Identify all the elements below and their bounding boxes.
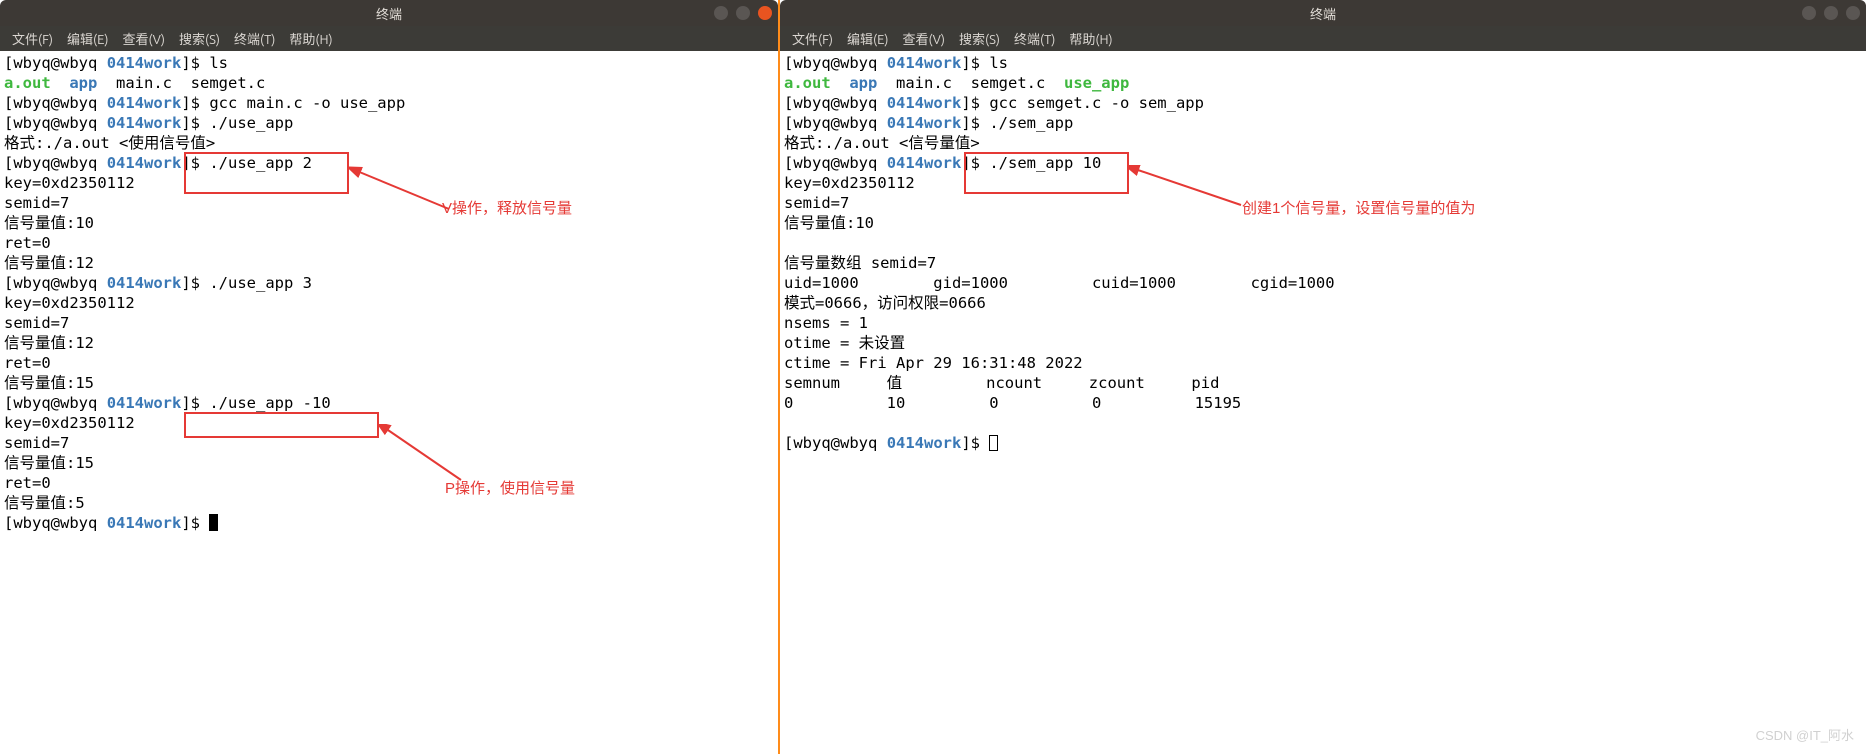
menu-edit[interactable]: 编辑(E)	[841, 27, 894, 50]
menu-file[interactable]: 文件(F)	[786, 27, 839, 50]
menu-view[interactable]: 查看(V)	[117, 27, 171, 50]
menu-search[interactable]: 搜索(S)	[173, 27, 226, 50]
menu-help[interactable]: 帮助(H)	[283, 27, 338, 50]
menu-terminal[interactable]: 终端(T)	[1008, 27, 1061, 50]
window-controls	[1802, 6, 1860, 20]
terminal-body[interactable]: [wbyq@wbyq 0414work]$ ls a.out app main.…	[0, 51, 778, 754]
menubar: 文件(F) 编辑(E) 查看(V) 搜索(S) 终端(T) 帮助(H)	[780, 26, 1866, 51]
menu-help[interactable]: 帮助(H)	[1063, 27, 1118, 50]
window-controls	[714, 6, 772, 20]
terminal-output: [wbyq@wbyq 0414work]$ ls a.out app main.…	[784, 53, 1862, 453]
titlebar[interactable]: 终端	[0, 0, 778, 26]
terminal-window-left: 终端 文件(F) 编辑(E) 查看(V) 搜索(S) 终端(T) 帮助(H) […	[0, 0, 778, 754]
minimize-icon[interactable]	[1802, 6, 1816, 20]
cursor-icon	[209, 514, 218, 531]
close-icon[interactable]	[1846, 6, 1860, 20]
menu-edit[interactable]: 编辑(E)	[61, 27, 114, 50]
menubar: 文件(F) 编辑(E) 查看(V) 搜索(S) 终端(T) 帮助(H)	[0, 26, 778, 51]
terminal-window-right: 终端 文件(F) 编辑(E) 查看(V) 搜索(S) 终端(T) 帮助(H) […	[780, 0, 1866, 754]
menu-terminal[interactable]: 终端(T)	[228, 27, 281, 50]
window-title: 终端	[376, 4, 402, 23]
terminal-output: [wbyq@wbyq 0414work]$ ls a.out app main.…	[4, 53, 774, 533]
terminal-body[interactable]: [wbyq@wbyq 0414work]$ ls a.out app main.…	[780, 51, 1866, 754]
titlebar[interactable]: 终端	[780, 0, 1866, 26]
menu-search[interactable]: 搜索(S)	[953, 27, 1006, 50]
watermark: CSDN @IT_阿水	[1756, 725, 1854, 744]
cursor-icon	[989, 435, 998, 451]
maximize-icon[interactable]	[1824, 6, 1838, 20]
menu-view[interactable]: 查看(V)	[897, 27, 951, 50]
window-title: 终端	[1310, 4, 1336, 23]
maximize-icon[interactable]	[736, 6, 750, 20]
close-icon[interactable]	[758, 6, 772, 20]
minimize-icon[interactable]	[714, 6, 728, 20]
menu-file[interactable]: 文件(F)	[6, 27, 59, 50]
